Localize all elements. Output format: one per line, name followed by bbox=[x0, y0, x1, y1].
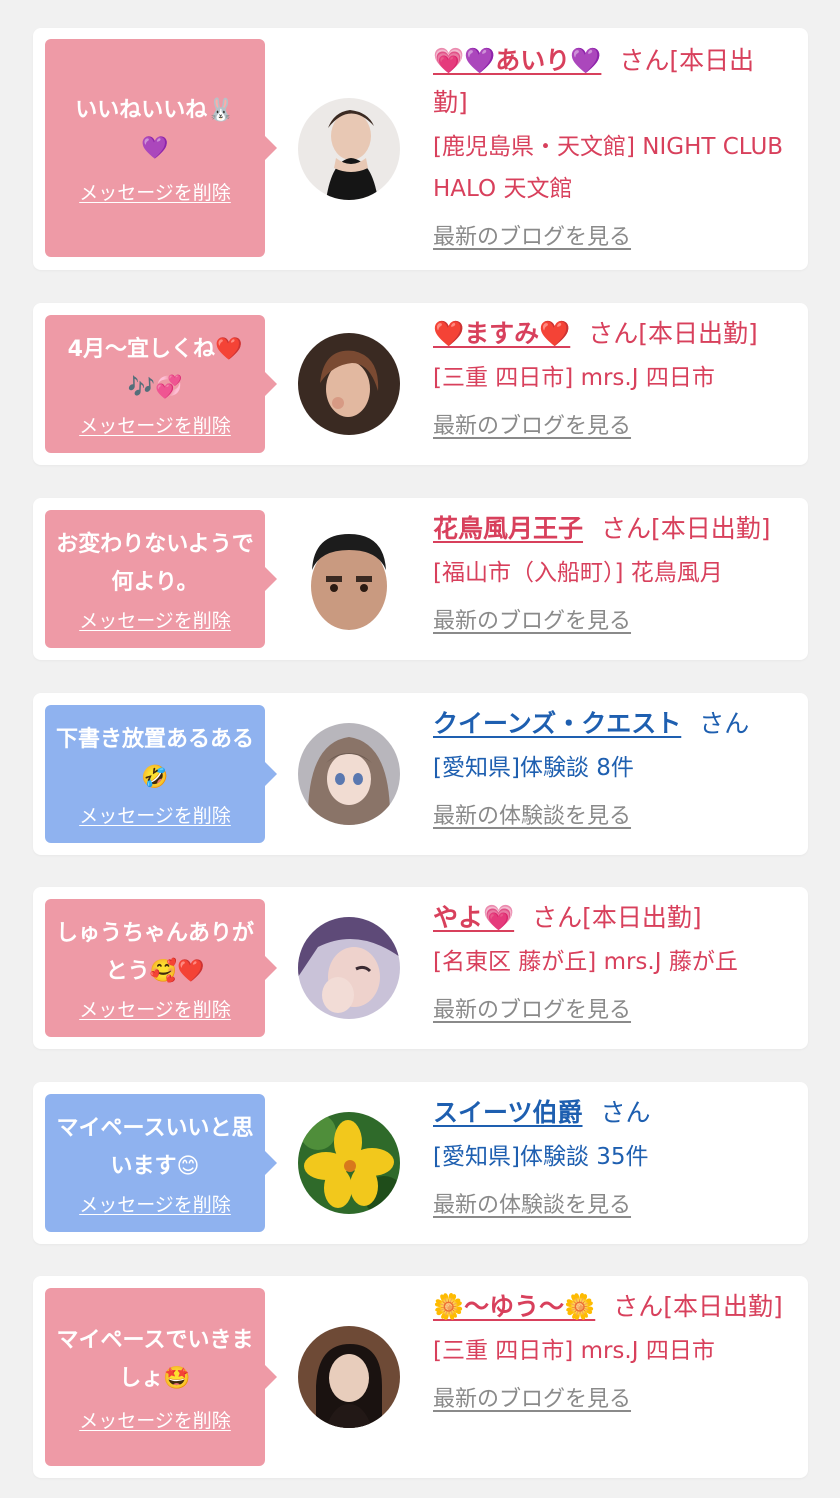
sender-info: 💗💜あいり💜 さん[本日出勤] [鹿児島県・天文館] NIGHT CLUB HAL… bbox=[433, 40, 786, 254]
shop-link: [福山市（入船町）] 花鳥風月 bbox=[433, 560, 723, 586]
message-bubble: 4月〜宜しくね❤️🎶💞 メッセージを削除 bbox=[45, 315, 277, 453]
review-count: [愛知県]体験談 35件 bbox=[433, 1144, 649, 1170]
sender-name-link[interactable]: 花鳥風月王子 bbox=[433, 514, 583, 543]
sender-name-link[interactable]: やよ💗 bbox=[433, 903, 514, 932]
message-bubble: お変わりないようで何より。 メッセージを削除 bbox=[45, 510, 277, 648]
sender-info: ❤️ますみ❤️ さん[本日出勤] [三重 四日市] mrs.J 四日市 最新のブロ… bbox=[433, 313, 786, 443]
delete-message-link[interactable]: メッセージを削除 bbox=[79, 995, 231, 1022]
latest-review-link[interactable]: 最新の体験談を見る bbox=[433, 1190, 786, 1222]
avatar[interactable] bbox=[298, 723, 400, 825]
message-card: お変わりないようで何より。 メッセージを削除 花鳥風月王子 さん[本日出勤] [福… bbox=[33, 498, 808, 660]
message-card: 下書き放置あるある🤣 メッセージを削除 クイーンズ・クエスト さん [愛知県]体験… bbox=[33, 693, 808, 855]
latest-blog-link[interactable]: 最新のブログを見る bbox=[433, 995, 786, 1027]
sender-status: さん[本日出勤] bbox=[601, 514, 771, 543]
message-bubble: いいねいいね🐰💜 メッセージを削除 bbox=[45, 39, 277, 257]
sender-name-link[interactable]: 💗💜あいり💜 bbox=[433, 46, 601, 75]
message-text: マイペースいいと思います😊 bbox=[56, 1115, 254, 1179]
delete-message-link[interactable]: メッセージを削除 bbox=[79, 411, 231, 438]
message-bubble: マイペースでいきましょ🤩 メッセージを削除 bbox=[45, 1288, 277, 1466]
avatar[interactable] bbox=[298, 98, 400, 200]
delete-message-link[interactable]: メッセージを削除 bbox=[79, 606, 231, 633]
avatar[interactable] bbox=[298, 1326, 400, 1428]
delete-message-link[interactable]: メッセージを削除 bbox=[79, 1406, 231, 1433]
message-text: マイペースでいきましょ🤩 bbox=[56, 1327, 254, 1391]
delete-message-link[interactable]: メッセージを削除 bbox=[79, 801, 231, 828]
shop-link: [三重 四日市] mrs.J 四日市 bbox=[433, 1338, 715, 1364]
sender-status: さん bbox=[699, 709, 750, 738]
shop-link: [名東区 藤が丘] mrs.J 藤が丘 bbox=[433, 949, 738, 975]
message-card: 4月〜宜しくね❤️🎶💞 メッセージを削除 ❤️ますみ❤️ さん[本日出勤] [三重… bbox=[33, 303, 808, 465]
sender-name-link[interactable]: 🌼〜ゆう〜🌼 bbox=[433, 1292, 595, 1321]
latest-blog-link[interactable]: 最新のブログを見る bbox=[433, 1384, 786, 1416]
message-text: いいねいいね🐰💜 bbox=[75, 97, 235, 161]
review-count: [愛知県]体験談 8件 bbox=[433, 755, 634, 781]
latest-blog-link[interactable]: 最新のブログを見る bbox=[433, 606, 786, 638]
avatar[interactable] bbox=[298, 1112, 400, 1214]
sender-name-link[interactable]: ❤️ますみ❤️ bbox=[433, 319, 570, 348]
message-card: マイペースいいと思います😊 メッセージを削除 スイーツ伯爵 さん [愛知県]体験談… bbox=[33, 1082, 808, 1244]
message-bubble: しゅうちゃんありがとう🥰❤️ メッセージを削除 bbox=[45, 899, 277, 1037]
message-bubble: 下書き放置あるある🤣 メッセージを削除 bbox=[45, 705, 277, 843]
message-text: 下書き放置あるある🤣 bbox=[55, 726, 254, 790]
avatar[interactable] bbox=[298, 333, 400, 435]
message-card: マイペースでいきましょ🤩 メッセージを削除 🌼〜ゆう〜🌼 さん[本日出勤] [三重… bbox=[33, 1276, 808, 1478]
latest-review-link[interactable]: 最新の体験談を見る bbox=[433, 801, 786, 833]
latest-blog-link[interactable]: 最新のブログを見る bbox=[433, 411, 786, 443]
latest-blog-link[interactable]: 最新のブログを見る bbox=[433, 222, 786, 254]
sender-name-link[interactable]: クイーンズ・クエスト bbox=[433, 709, 681, 738]
delete-message-link[interactable]: メッセージを削除 bbox=[79, 178, 231, 205]
sender-name-link[interactable]: スイーツ伯爵 bbox=[433, 1098, 583, 1127]
sender-info: 🌼〜ゆう〜🌼 さん[本日出勤] [三重 四日市] mrs.J 四日市 最新のブログ… bbox=[433, 1286, 786, 1416]
message-bubble: マイペースいいと思います😊 メッセージを削除 bbox=[45, 1094, 277, 1232]
sender-info: スイーツ伯爵 さん [愛知県]体験談 35件 最新の体験談を見る bbox=[433, 1092, 786, 1222]
sender-info: やよ💗 さん[本日出勤] [名東区 藤が丘] mrs.J 藤が丘 最新のブログを見… bbox=[433, 897, 786, 1027]
message-text: 4月〜宜しくね❤️🎶💞 bbox=[67, 336, 243, 400]
message-text: お変わりないようで何より。 bbox=[56, 531, 254, 595]
shop-link: [三重 四日市] mrs.J 四日市 bbox=[433, 365, 715, 391]
avatar[interactable] bbox=[298, 917, 400, 1019]
sender-status: さん bbox=[600, 1098, 651, 1127]
avatar[interactable] bbox=[298, 528, 400, 630]
message-card: しゅうちゃんありがとう🥰❤️ メッセージを削除 やよ💗 さん[本日出勤] [名東区… bbox=[33, 887, 808, 1049]
message-card: いいねいいね🐰💜 メッセージを削除 💗💜あいり💜 さん[本日出勤] [鹿児島県・天… bbox=[33, 28, 808, 270]
message-text: しゅうちゃんありがとう🥰❤️ bbox=[55, 920, 254, 984]
sender-info: クイーンズ・クエスト さん [愛知県]体験談 8件 最新の体験談を見る bbox=[433, 703, 786, 833]
sender-info: 花鳥風月王子 さん[本日出勤] [福山市（入船町）] 花鳥風月 最新のブログを見る bbox=[433, 508, 786, 638]
sender-status: さん[本日出勤] bbox=[532, 903, 702, 932]
shop-link: [鹿児島県・天文館] NIGHT CLUB HALO 天文館 bbox=[433, 134, 784, 202]
delete-message-link[interactable]: メッセージを削除 bbox=[79, 1190, 231, 1217]
sender-status: さん[本日出勤] bbox=[588, 319, 758, 348]
sender-status: さん[本日出勤] bbox=[613, 1292, 783, 1321]
